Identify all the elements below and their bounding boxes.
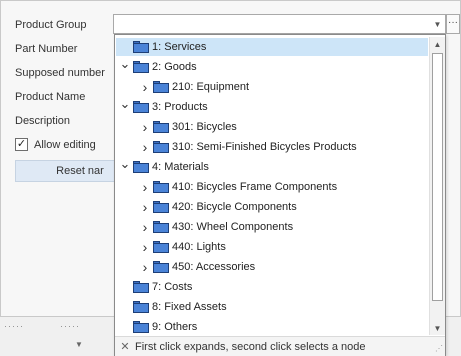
tree-node[interactable]: › 450: Accessories [116,258,428,276]
allow-editing-checkbox[interactable]: ✓ [15,138,28,151]
tree-node-label: 3: Products [152,101,208,113]
splitter-grip-icon[interactable]: ····· [4,321,24,331]
chevron-right-icon[interactable]: › [139,258,151,276]
tree-node-label: 9: Others [152,321,198,333]
chevron-right-icon[interactable]: › [139,118,151,136]
tree-node[interactable]: › 420: Bicycle Components [116,198,428,216]
folder-icon [133,301,149,313]
folder-icon [153,221,169,233]
tree-dropdown-popup: 1: Services ⌄ 2: Goods › 210: Equipment ⌄ 3: P… [114,34,446,356]
right-area [446,317,461,356]
tree-node[interactable]: › 440: Lights [116,238,428,256]
folder-icon [153,121,169,133]
expand-down-icon[interactable]: ▼ [75,340,83,349]
product-group-label: Product Group [15,19,87,31]
tree-node[interactable]: 8: Fixed Assets [116,298,428,316]
allow-editing-label: Allow editing [34,139,96,151]
folder-icon [153,141,169,153]
description-label: Description [15,115,71,127]
folder-icon [133,161,149,173]
tree-node[interactable]: ⌄ 2: Goods [116,55,428,76]
chevron-down-icon[interactable]: ⌄ [119,95,131,113]
folder-icon [133,101,149,113]
tree-list: 1: Services ⌄ 2: Goods › 210: Equipment ⌄ 3: P… [116,37,429,337]
scroll-down-icon[interactable]: ▼ [430,321,445,335]
folder-icon [133,281,149,293]
tree-node[interactable]: 1: Services [116,38,428,56]
chevron-right-icon[interactable]: › [139,238,151,256]
folder-icon [153,201,169,213]
close-icon[interactable]: ✕ [115,340,135,353]
splitter-grip-icon[interactable]: ····· [60,321,80,331]
dropdown-arrow-icon[interactable]: ▼ [430,15,445,33]
folder-icon [153,241,169,253]
scroll-up-icon[interactable]: ▲ [430,37,445,51]
tree-node-label: 8: Fixed Assets [152,301,227,313]
folder-icon [153,181,169,193]
tree-node-label: 430: Wheel Components [172,221,294,233]
tree-node-label: 420: Bicycle Components [172,201,297,213]
folder-icon [133,61,149,73]
resize-grip-icon[interactable]: ⋰ [435,344,443,353]
tree-node-label: 440: Lights [172,241,226,253]
tree-node-label: 301: Bicycles [172,121,237,133]
tree-node[interactable]: ⌄ 4: Materials [116,155,428,176]
vertical-scrollbar[interactable]: ▲ ▼ [429,37,445,335]
tree-node-label: 7: Costs [152,281,193,293]
chevron-right-icon[interactable]: › [139,198,151,216]
product-name-label: Product Name [15,91,86,103]
product-group-combo[interactable]: ▼ [113,14,446,34]
tree-node[interactable]: › 410: Bicycles Frame Components [116,178,428,196]
popup-footer: ✕ First click expands, second click sele… [115,336,445,356]
tree-node-label: 210: Equipment [172,81,250,93]
tree-node[interactable]: › 210: Equipment [116,78,428,96]
tree-node-label: 2: Goods [152,61,197,73]
tree-node[interactable]: ⌄ 3: Products [116,95,428,116]
tree-node-label: 1: Services [152,41,207,53]
folder-icon [133,321,149,333]
chevron-down-icon[interactable]: ⌄ [119,155,131,173]
tree-node[interactable]: › 430: Wheel Components [116,218,428,236]
ellipsis-button[interactable]: ··· [446,14,460,34]
chevron-right-icon[interactable]: › [139,178,151,196]
chevron-down-icon[interactable]: ⌄ [119,55,131,73]
scrollbar-thumb[interactable] [432,53,443,301]
supposed-number-label: Supposed number [15,67,105,79]
chevron-right-icon[interactable]: › [139,78,151,96]
folder-icon [133,41,149,53]
tree-node-label: 4: Materials [152,161,209,173]
folder-icon [153,261,169,273]
tree-node[interactable]: › 310: Semi-Finished Bicycles Products [116,138,428,156]
tree-node[interactable]: › 301: Bicycles [116,118,428,136]
part-number-label: Part Number [15,43,78,55]
chevron-right-icon[interactable]: › [139,138,151,156]
footer-hint: First click expands, second click select… [135,340,366,353]
tree-node-label: 450: Accessories [172,261,256,273]
tree-node-label: 410: Bicycles Frame Components [172,181,338,193]
tree-node[interactable]: 7: Costs [116,278,428,296]
chevron-right-icon[interactable]: › [139,218,151,236]
checkmark-icon: ✓ [16,138,27,150]
folder-icon [153,81,169,93]
tree-node[interactable]: 9: Others [116,318,428,336]
tree-node-label: 310: Semi-Finished Bicycles Products [172,141,357,153]
